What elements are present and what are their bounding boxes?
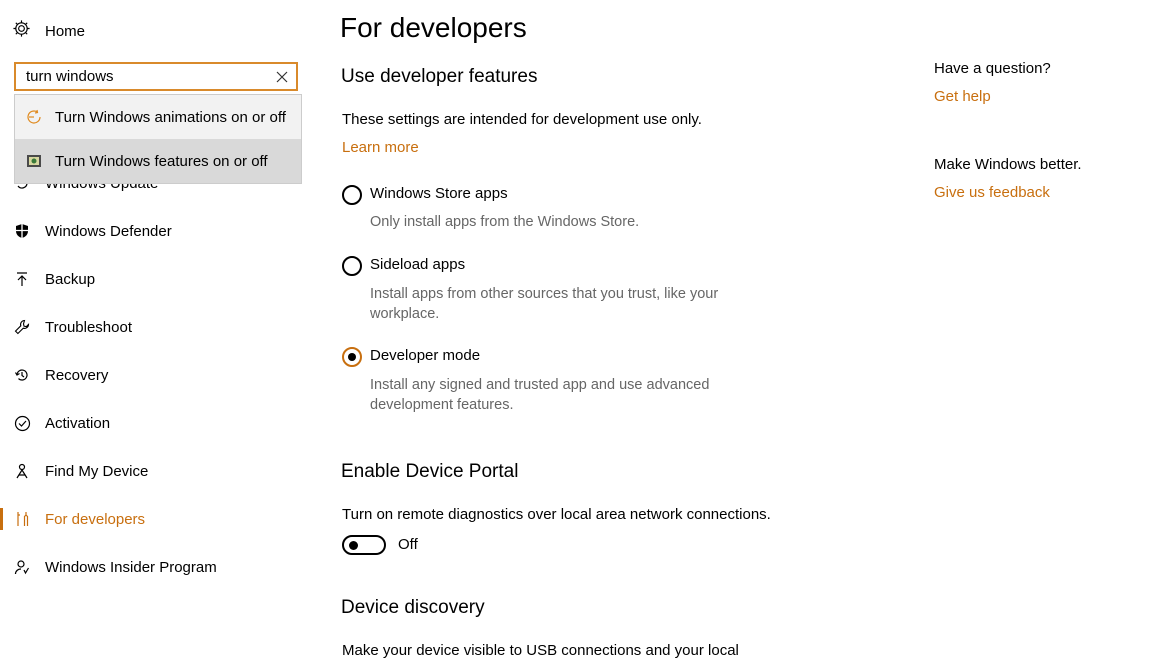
device-portal-toggle[interactable] — [342, 535, 386, 555]
sidebar: Home Turn Windows animations on or off T… — [0, 0, 320, 658]
sidebar-item-for-developers[interactable]: For developers — [0, 504, 320, 534]
radio-windows-store-apps[interactable] — [342, 185, 362, 205]
sidebar-item-activation[interactable]: Activation — [0, 408, 320, 438]
windows-features-icon — [25, 152, 43, 170]
developer-mode-description-line-2: development features. — [370, 397, 514, 413]
check-circle-icon — [13, 414, 31, 432]
sideload-apps-description-line-2: workplace. — [370, 306, 440, 322]
suggestion-windows-features[interactable]: Turn Windows features on or off — [15, 139, 301, 183]
backup-icon — [13, 270, 31, 288]
radio-label-sideload-apps[interactable]: Sideload apps — [370, 256, 465, 273]
wrench-icon — [13, 318, 31, 336]
sidebar-item-windows-defender[interactable]: Windows Defender — [0, 216, 320, 246]
device-discovery-heading: Device discovery — [341, 597, 485, 618]
suggestion-label: Turn Windows animations on or off — [55, 108, 286, 126]
radio-developer-mode[interactable] — [342, 347, 362, 367]
sidebar-item-label: Find My Device — [45, 462, 149, 480]
radio-label-developer-mode[interactable]: Developer mode — [370, 347, 480, 364]
device-portal-description: Turn on remote diagnostics over local ar… — [342, 506, 771, 523]
sidebar-item-label: Windows Insider Program — [45, 558, 217, 576]
sideload-apps-description-line-1: Install apps from other sources that you… — [370, 286, 719, 302]
developer-mode-description-line-1: Install any signed and trusted app and u… — [370, 377, 710, 393]
radio-sideload-apps[interactable] — [342, 256, 362, 276]
home-label: Home — [45, 22, 86, 40]
animation-icon — [25, 108, 43, 126]
search-suggestions: Turn Windows animations on or off Turn W… — [14, 94, 302, 184]
settings-search-box[interactable] — [14, 62, 298, 91]
search-input[interactable] — [16, 68, 268, 85]
sidebar-item-label: Recovery — [45, 366, 109, 384]
suggestion-animations[interactable]: Turn Windows animations on or off — [15, 95, 301, 139]
device-portal-toggle-state: Off — [398, 536, 418, 553]
home-nav-item[interactable]: Home — [12, 18, 85, 44]
sidebar-item-troubleshoot[interactable]: Troubleshoot — [0, 312, 320, 342]
toggle-knob — [349, 541, 358, 550]
dev-features-heading: Use developer features — [341, 66, 538, 87]
sidebar-item-label: Activation — [45, 414, 111, 432]
sidebar-item-backup[interactable]: Backup — [0, 264, 320, 294]
shield-icon — [13, 222, 31, 240]
person-pin-icon — [13, 462, 31, 480]
radio-label-windows-store-apps[interactable]: Windows Store apps — [370, 185, 508, 202]
page-title: For developers — [340, 12, 527, 43]
gear-icon — [12, 19, 31, 43]
sidebar-item-label: Windows Defender — [45, 222, 172, 240]
device-discovery-description: Make your device visible to USB connecti… — [342, 642, 739, 659]
developer-tools-icon — [13, 510, 31, 528]
give-feedback-link[interactable]: Give us feedback — [934, 184, 1050, 201]
windows-store-apps-description: Only install apps from the Windows Store… — [370, 214, 640, 230]
suggestion-label: Turn Windows features on or off — [55, 152, 268, 170]
sidebar-item-find-my-device[interactable]: Find My Device — [0, 456, 320, 486]
make-windows-better-label: Make Windows better. — [934, 156, 1082, 173]
insider-icon — [13, 558, 31, 576]
device-portal-heading: Enable Device Portal — [341, 461, 519, 482]
sidebar-item-label: Troubleshoot — [45, 318, 132, 336]
sidebar-item-windows-insider[interactable]: Windows Insider Program — [0, 552, 320, 582]
sidebar-item-label: Backup — [45, 270, 96, 288]
learn-more-link[interactable]: Learn more — [342, 139, 419, 156]
sidebar-item-label: For developers — [45, 510, 146, 528]
recovery-icon — [13, 366, 31, 384]
get-help-link[interactable]: Get help — [934, 88, 991, 105]
sidebar-item-recovery[interactable]: Recovery — [0, 360, 320, 390]
have-question-label: Have a question? — [934, 60, 1051, 77]
clear-search-icon[interactable] — [268, 64, 296, 89]
dev-features-description: These settings are intended for developm… — [342, 111, 702, 128]
